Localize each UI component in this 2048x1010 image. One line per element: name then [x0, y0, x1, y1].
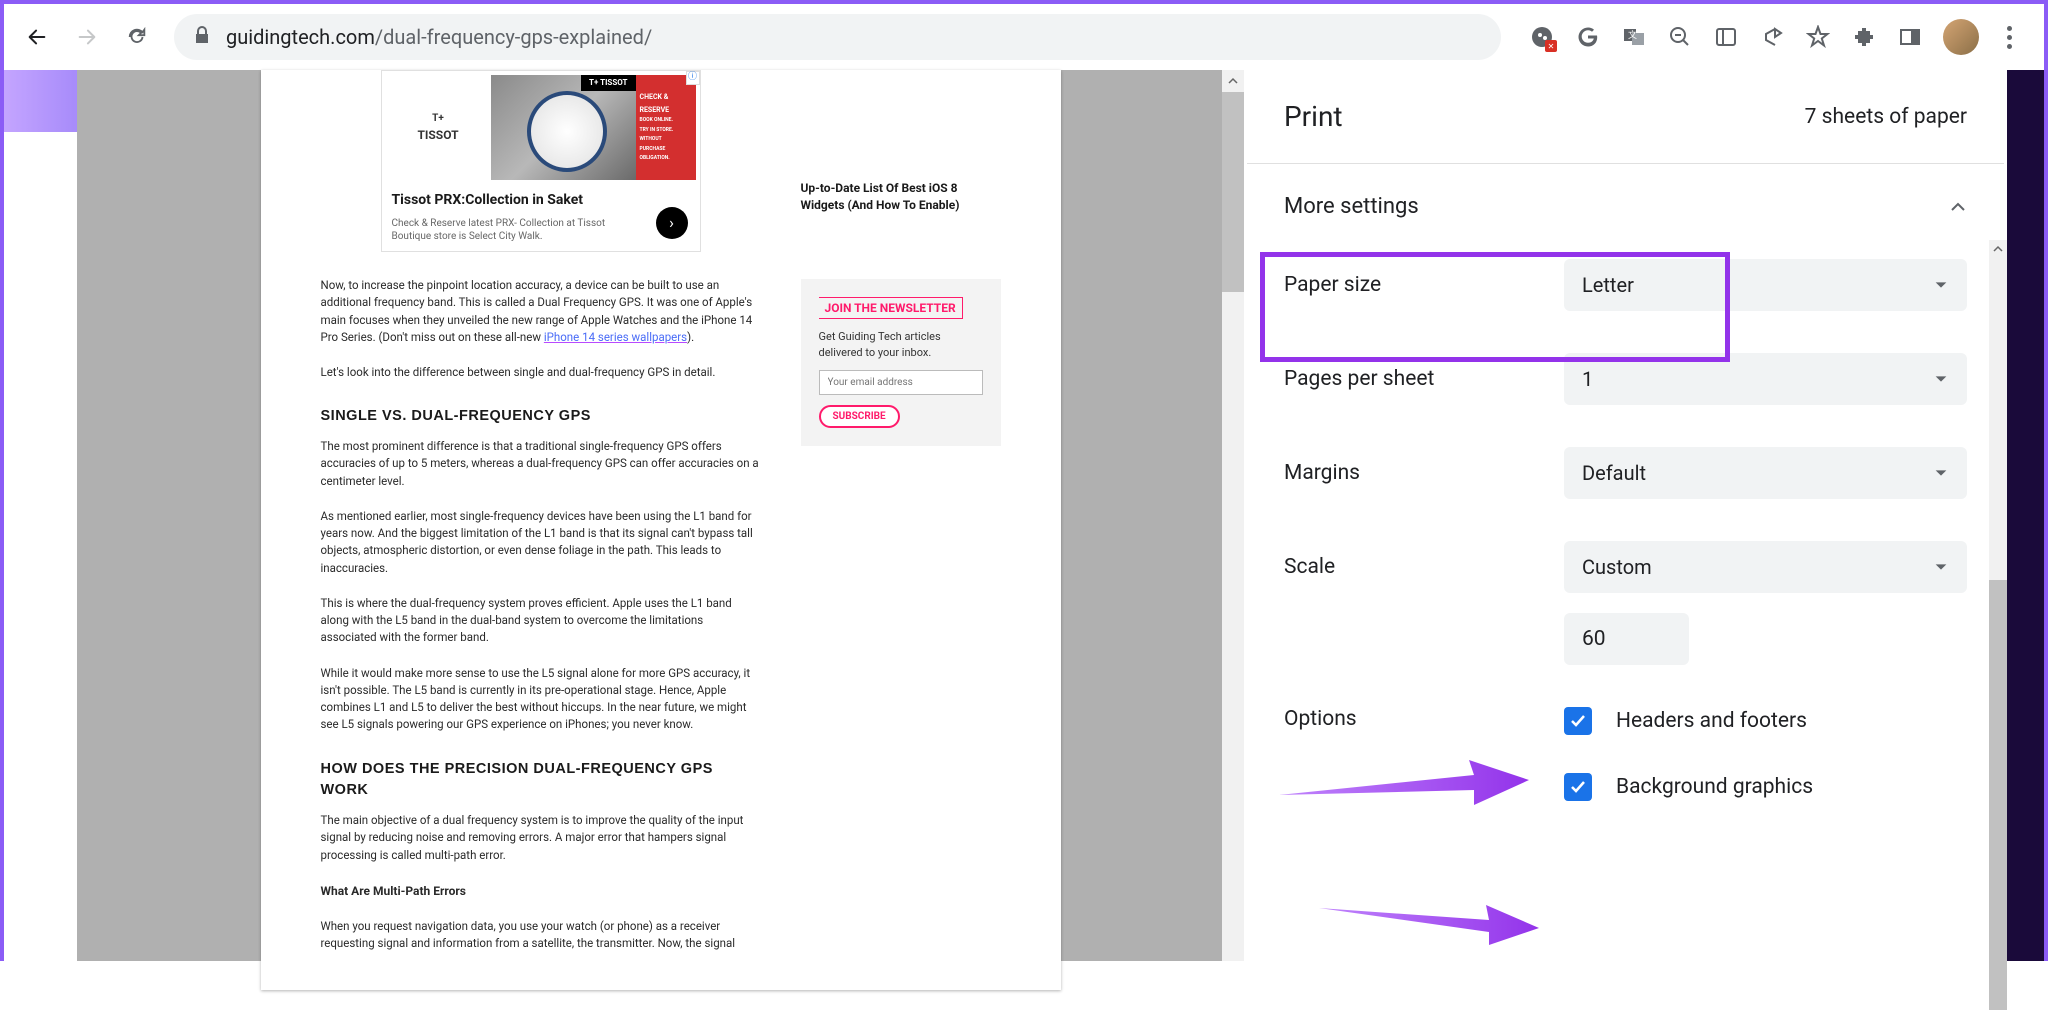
- ad-desc: Check & Reserve latest PRX- Collection a…: [392, 217, 624, 243]
- more-settings-toggle[interactable]: More settings: [1244, 164, 2007, 249]
- svg-text:文: 文: [1628, 29, 1637, 41]
- paragraph: Now, to increase the pinpoint location a…: [321, 277, 761, 346]
- paragraph: As mentioned earlier, most single-freque…: [321, 508, 761, 577]
- ad-brand-bar: T+ TISSOT: [581, 75, 635, 91]
- scale-value-input[interactable]: [1564, 613, 1689, 665]
- extensions-area: ✕ 文: [1517, 18, 2032, 57]
- paragraph: While it would make more sense to use th…: [321, 665, 761, 734]
- subheading: What Are Multi-Path Errors: [321, 882, 761, 900]
- left-gutter: [4, 70, 77, 961]
- google-icon[interactable]: [1575, 24, 1601, 50]
- share-icon[interactable]: [1759, 24, 1785, 50]
- adblock-icon[interactable]: ✕: [1529, 24, 1555, 50]
- subscribe-button[interactable]: SUBSCRIBE: [819, 405, 900, 428]
- back-button[interactable]: [16, 16, 58, 58]
- paragraph: Let's look into the difference between s…: [321, 364, 761, 381]
- preview-wrap: ⓘ T+ TISSOT T+ TISSOT CHECK &RESERVE: [77, 70, 1244, 961]
- headers-footers-label: Headers and footers: [1616, 709, 1807, 733]
- panel-scrollbar[interactable]: [1989, 240, 2007, 961]
- print-title: Print: [1284, 100, 1343, 133]
- tab-icon[interactable]: [1897, 24, 1923, 50]
- right-gutter: [2007, 70, 2044, 961]
- newsletter-desc: Get Guiding Tech articles delivered to y…: [819, 329, 983, 360]
- translate-icon[interactable]: 文: [1621, 24, 1647, 50]
- scroll-thumb[interactable]: [1222, 92, 1244, 292]
- ad-title: Tissot PRX:Collection in Saket: [392, 190, 690, 211]
- arrow-left-icon: [26, 26, 48, 48]
- ad-red-banner: CHECK &RESERVE BOOK ONLINE. TRY IN STORE…: [636, 75, 696, 180]
- reader-icon[interactable]: [1713, 24, 1739, 50]
- browser-toolbar: guidingtech.com/dual-frequency-gps-expla…: [4, 4, 2044, 70]
- margins-label: Margins: [1284, 461, 1564, 485]
- heading: HOW DOES THE PRECISION DUAL-FREQUENCY GP…: [321, 759, 761, 803]
- paragraph: This is where the dual-frequency system …: [321, 595, 761, 647]
- paragraph: When you request navigation data, you us…: [321, 918, 761, 953]
- ad-close-icon[interactable]: ⓘ: [686, 71, 700, 85]
- newsletter-box: JOIN THE NEWSLETTER Get Guiding Tech art…: [801, 279, 1001, 447]
- url-host: guidingtech.com: [226, 25, 375, 49]
- sheet-count: 7 sheets of paper: [1805, 105, 1967, 129]
- pages-per-sheet-dropdown[interactable]: 1: [1564, 353, 1967, 405]
- print-dialog: Print 7 sheets of paper More settings Pa…: [1244, 70, 2007, 961]
- paper-size-label: Paper size: [1284, 273, 1564, 297]
- chevron-down-icon: [1933, 371, 1949, 387]
- background-graphics-checkbox[interactable]: [1564, 773, 1592, 801]
- check-icon: [1569, 778, 1587, 796]
- newsletter-title: JOIN THE NEWSLETTER: [819, 297, 963, 320]
- newsletter-email-input[interactable]: [819, 370, 983, 395]
- profile-avatar[interactable]: [1943, 19, 1979, 55]
- more-settings-label: More settings: [1284, 194, 1419, 219]
- chevron-down-icon: [1933, 465, 1949, 481]
- chevron-up-icon: [1949, 198, 1967, 216]
- chevron-down-icon: [1933, 277, 1949, 293]
- reload-button[interactable]: [116, 16, 158, 58]
- reload-icon: [126, 26, 148, 48]
- scroll-up-icon[interactable]: [1222, 70, 1244, 92]
- heading: SINGLE VS. DUAL-FREQUENCY GPS: [321, 406, 761, 428]
- extensions-icon[interactable]: [1851, 24, 1877, 50]
- ad-logo: T+ TISSOT: [386, 75, 491, 180]
- url-path: /dual-frequency-gps-explained/: [375, 25, 652, 49]
- related-link[interactable]: Up-to-Date List Of Best iOS 8 Widgets (A…: [801, 180, 1001, 214]
- page-preview[interactable]: ⓘ T+ TISSOT T+ TISSOT CHECK &RESERVE: [261, 70, 1061, 990]
- headers-footers-checkbox[interactable]: [1564, 707, 1592, 735]
- pages-per-sheet-label: Pages per sheet: [1284, 367, 1564, 391]
- paragraph: The most prominent difference is that a …: [321, 438, 761, 490]
- address-bar[interactable]: guidingtech.com/dual-frequency-gps-expla…: [174, 14, 1501, 60]
- ad-card[interactable]: ⓘ T+ TISSOT T+ TISSOT CHECK &RESERVE: [381, 70, 701, 252]
- scroll-up-icon[interactable]: [1989, 240, 2007, 258]
- zoom-out-icon[interactable]: [1667, 24, 1693, 50]
- print-preview-pane: ⓘ T+ TISSOT T+ TISSOT CHECK &RESERVE: [4, 70, 1244, 961]
- wallpaper-link[interactable]: iPhone 14 series wallpapers: [544, 330, 687, 344]
- scale-label: Scale: [1284, 555, 1564, 579]
- ad-arrow-icon[interactable]: ›: [656, 207, 688, 239]
- scale-dropdown[interactable]: Custom: [1564, 541, 1967, 593]
- chevron-down-icon: [1933, 559, 1949, 575]
- background-graphics-label: Background graphics: [1616, 775, 1813, 799]
- chrome-menu[interactable]: [1999, 18, 2020, 57]
- margins-dropdown[interactable]: Default: [1564, 447, 1967, 499]
- preview-scrollbar[interactable]: [1222, 70, 1244, 961]
- arrow-right-icon: [76, 26, 98, 48]
- forward-button[interactable]: [66, 16, 108, 58]
- scroll-thumb[interactable]: [1989, 580, 2007, 1010]
- bookmark-icon[interactable]: [1805, 24, 1831, 50]
- check-icon: [1569, 712, 1587, 730]
- lock-icon: [194, 26, 210, 49]
- paper-size-dropdown[interactable]: Letter: [1564, 259, 1967, 311]
- options-label: Options: [1284, 707, 1564, 731]
- paragraph: The main objective of a dual frequency s…: [321, 812, 761, 864]
